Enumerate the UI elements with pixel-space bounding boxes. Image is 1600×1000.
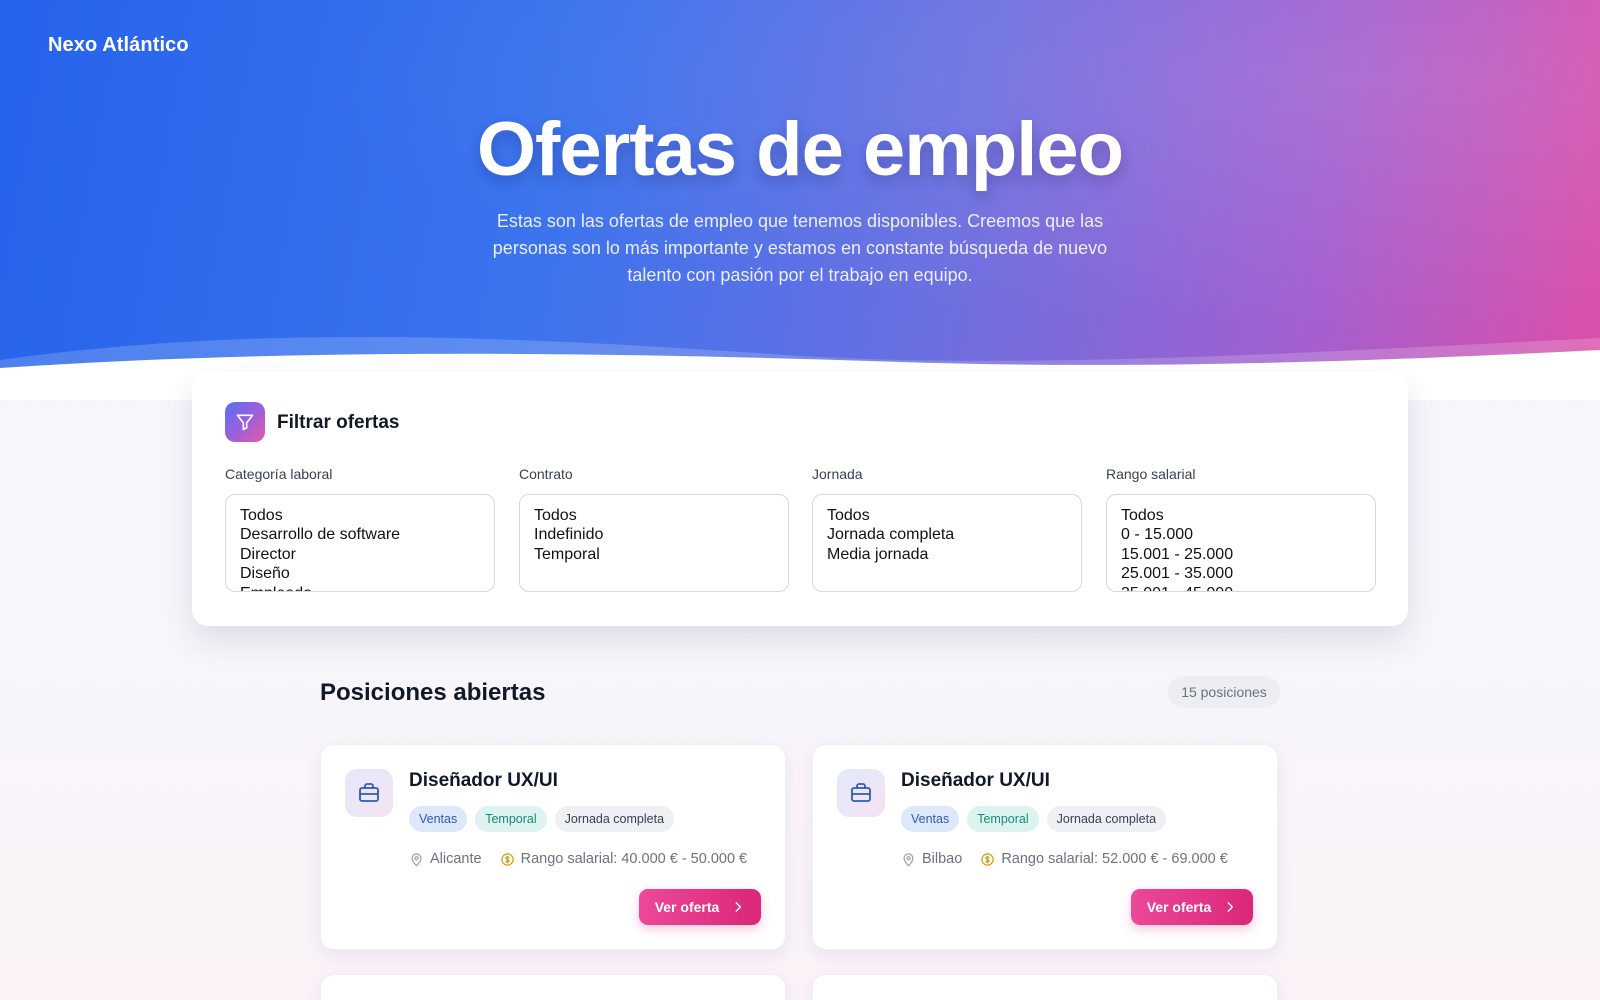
job-card-partial[interactable] [320, 974, 786, 1000]
filter-label-schedule: Jornada [812, 466, 863, 482]
category-option[interactable]: Empleado [240, 584, 480, 591]
job-salary-text: Rango salarial: 52.000 € - 69.000 € [1001, 851, 1228, 867]
salary-option[interactable]: 25.001 - 35.000 [1121, 564, 1361, 583]
page-subtitle: Estas son las ofertas de empleo que tene… [492, 211, 1108, 285]
filter-category: Categoría laboral Todos Desarrollo de so… [225, 466, 495, 592]
view-offer-button[interactable]: Ver oferta [639, 889, 761, 925]
job-location: Alicante [409, 851, 482, 867]
location-pin-icon [903, 852, 914, 866]
tag-category: Ventas [901, 806, 960, 832]
job-meta: Alicante Rango salarial: 40.000 € - 50.0… [409, 851, 765, 867]
salary-option[interactable]: 35.001 - 45.000 [1121, 584, 1361, 591]
job-title[interactable]: Diseñador UX/UI [901, 770, 1050, 792]
filter-contract: Contrato Todos Indefinido Temporal [519, 466, 789, 592]
view-offer-button[interactable]: Ver oferta [1131, 889, 1253, 925]
contract-option[interactable]: Indefinido [534, 525, 774, 544]
view-offer-label: Ver oferta [654, 899, 720, 915]
filter-label-salary: Rango salarial [1106, 466, 1196, 482]
schedule-select[interactable]: Todos Jornada completa Media jornada [812, 494, 1082, 592]
job-salary: Rango salarial: 40.000 € - 50.000 € [500, 851, 748, 867]
tag-contract: Temporal [967, 806, 1039, 832]
category-option[interactable]: Todos [240, 506, 480, 525]
chevron-right-icon [1227, 902, 1234, 912]
filter-label-category: Categoría laboral [225, 466, 333, 482]
tag-category: Ventas [409, 806, 468, 832]
salary-option[interactable]: 15.001 - 25.000 [1121, 545, 1361, 564]
salary-option[interactable]: 0 - 15.000 [1121, 525, 1361, 544]
job-tags: Ventas Temporal Jornada completa [409, 806, 675, 832]
coin-icon [981, 852, 995, 866]
filter-title: Filtrar ofertas [277, 412, 400, 433]
job-title[interactable]: Diseñador UX/UI [409, 770, 558, 792]
job-location-text: Alicante [430, 851, 482, 867]
category-option[interactable]: Desarrollo de software [240, 525, 480, 544]
contract-select[interactable]: Todos Indefinido Temporal [519, 494, 789, 592]
location-pin-icon [411, 852, 422, 866]
category-option[interactable]: Diseño [240, 564, 480, 583]
brand-logo[interactable]: Nexo Atlántico [48, 34, 189, 57]
job-meta: Bilbao Rango salarial: 52.000 € - 69.000… [901, 851, 1246, 867]
job-location: Bilbao [901, 851, 962, 867]
tag-contract: Temporal [475, 806, 547, 832]
job-card[interactable]: Diseñador UX/UI Ventas Temporal Jornada … [320, 744, 786, 950]
filter-panel: Filtrar ofertas Categoría laboral Todos … [192, 372, 1408, 626]
page-title: Ofertas de empleo [476, 107, 1124, 192]
filter-icon [225, 402, 265, 442]
salary-select[interactable]: Todos 0 - 15.000 15.001 - 25.000 25.001 … [1106, 494, 1376, 592]
tag-schedule: Jornada completa [1046, 806, 1167, 832]
job-salary: Rango salarial: 52.000 € - 69.000 € [980, 851, 1228, 867]
salary-option[interactable]: Todos [1121, 506, 1361, 525]
schedule-option[interactable]: Todos [827, 506, 1067, 525]
chevron-right-icon [735, 902, 742, 912]
hero-banner: Nexo Atlántico Ofertas de empleo Estas s… [0, 0, 1600, 400]
filter-label-contract: Contrato [519, 466, 573, 482]
category-select[interactable]: Todos Desarrollo de software Director Di… [225, 494, 495, 592]
schedule-option[interactable]: Jornada completa [827, 525, 1067, 544]
job-location-text: Bilbao [922, 851, 963, 867]
tag-schedule: Jornada completa [554, 806, 675, 832]
briefcase-icon [345, 769, 393, 817]
job-salary-text: Rango salarial: 40.000 € - 50.000 € [520, 851, 748, 867]
positions-count-badge: 15 posiciones [1168, 676, 1280, 708]
coin-icon [500, 852, 514, 866]
view-offer-label: Ver oferta [1146, 899, 1212, 915]
schedule-option[interactable]: Media jornada [827, 545, 1067, 564]
job-card[interactable]: Diseñador UX/UI Ventas Temporal Jornada … [812, 744, 1278, 950]
briefcase-icon [837, 769, 885, 817]
filter-salary: Rango salarial Todos 0 - 15.000 15.001 -… [1106, 466, 1376, 592]
job-card-partial[interactable] [812, 974, 1278, 1000]
filter-schedule: Jornada Todos Jornada completa Media jor… [812, 466, 1082, 592]
contract-option[interactable]: Todos [534, 506, 774, 525]
job-tags: Ventas Temporal Jornada completa [901, 806, 1167, 832]
contract-option[interactable]: Temporal [534, 545, 774, 564]
positions-heading: Posiciones abiertas [320, 679, 546, 706]
category-option[interactable]: Director [240, 545, 480, 564]
